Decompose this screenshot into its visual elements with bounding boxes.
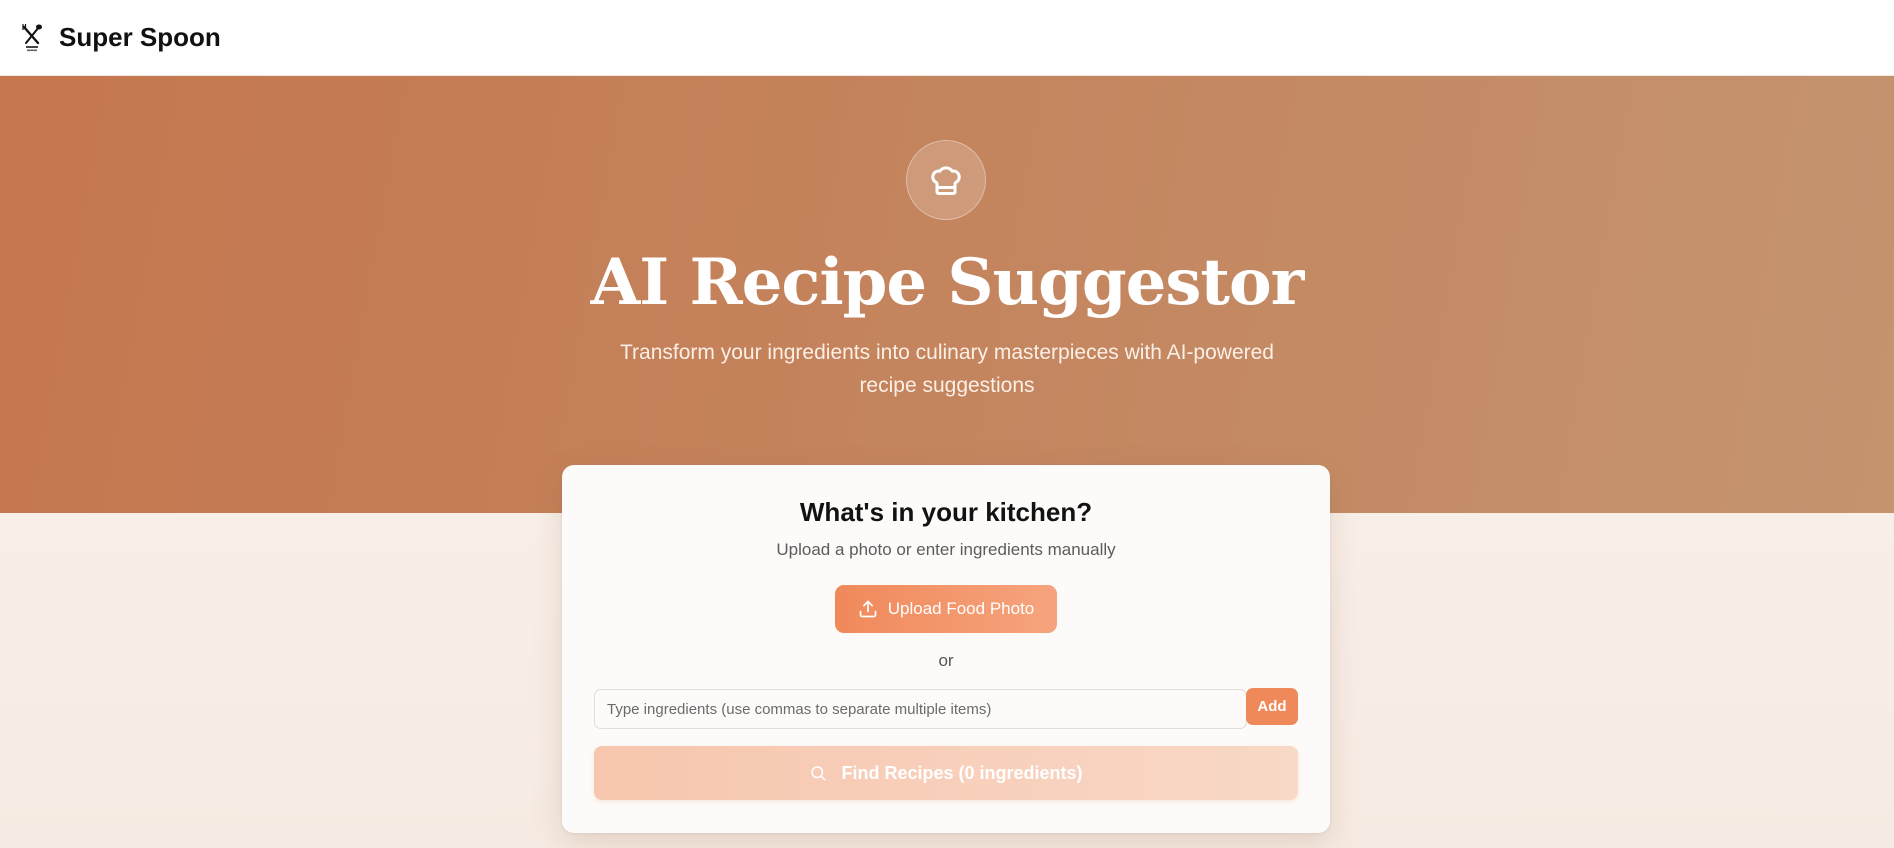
top-navigation-bar: Super Spoon [0,0,1894,76]
or-divider-text: or [938,651,954,670]
brand[interactable]: Super Spoon [20,22,221,53]
search-icon [811,766,826,781]
find-recipes-label: Find Recipes (0 ingredients) [841,762,1083,783]
ingredients-input[interactable] [594,689,1247,729]
spoon-fork-logo-icon [20,23,44,53]
chef-hat-badge [906,140,986,220]
brand-name: Super Spoon [59,22,221,52]
chef-hat-icon [931,166,961,195]
upload-food-photo-button[interactable]: Upload Food Photo [835,585,1057,633]
find-recipes-button[interactable]: Find Recipes (0 ingredients) [594,746,1298,800]
hero-title: AI Recipe Suggestor [590,245,1305,320]
card-subtitle: Upload a photo or enter ingredients manu… [776,540,1116,559]
add-ingredient-button[interactable]: Add [1246,688,1298,725]
hero-subtitle: Transform your ingredients into culinary… [619,341,1274,397]
upload-icon [859,600,877,618]
upload-button-label: Upload Food Photo [887,599,1035,618]
ingredients-card: What's in your kitchen? Upload a photo o… [562,465,1330,833]
card-title: What's in your kitchen? [799,497,1093,527]
